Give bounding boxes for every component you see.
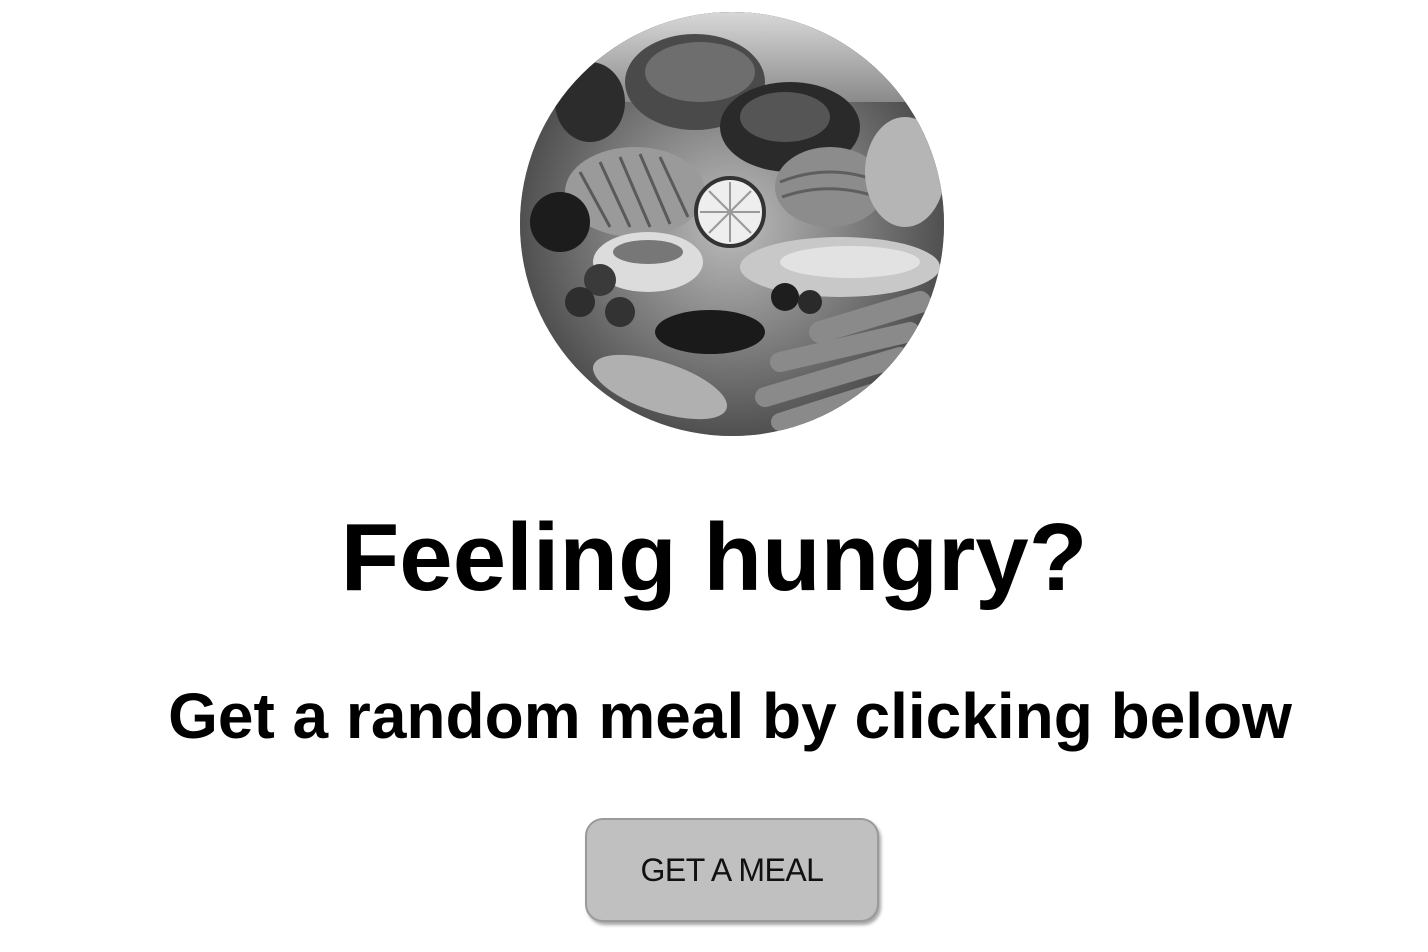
page-title: Feeling hungry? — [340, 504, 1088, 611]
page: Feeling hungry? Get a random meal by cli… — [0, 0, 1428, 952]
page-subtitle: Get a random meal by clicking below — [168, 680, 1292, 752]
food-photo — [520, 12, 944, 436]
food-photo-illustration — [520, 12, 944, 436]
get-meal-button[interactable]: GET A MEAL — [585, 818, 879, 922]
